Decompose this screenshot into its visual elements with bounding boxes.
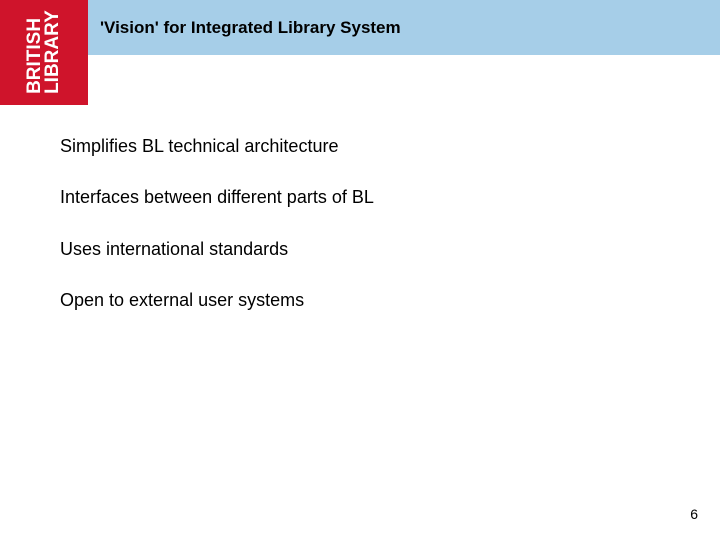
- bullet-item: Uses international standards: [60, 238, 660, 261]
- logo-text: BRITISH LIBRARY: [26, 11, 62, 95]
- slide-title: 'Vision' for Integrated Library System: [100, 18, 401, 38]
- logo-line-2: LIBRARY: [42, 11, 63, 95]
- bullet-item: Simplifies BL technical architecture: [60, 135, 660, 158]
- bullet-item: Open to external user systems: [60, 289, 660, 312]
- bullet-item: Interfaces between different parts of BL: [60, 186, 660, 209]
- page-number: 6: [690, 506, 698, 522]
- slide-content: Simplifies BL technical architecture Int…: [60, 135, 660, 341]
- british-library-logo: BRITISH LIBRARY: [0, 0, 88, 105]
- slide-header: 'Vision' for Integrated Library System: [88, 0, 720, 55]
